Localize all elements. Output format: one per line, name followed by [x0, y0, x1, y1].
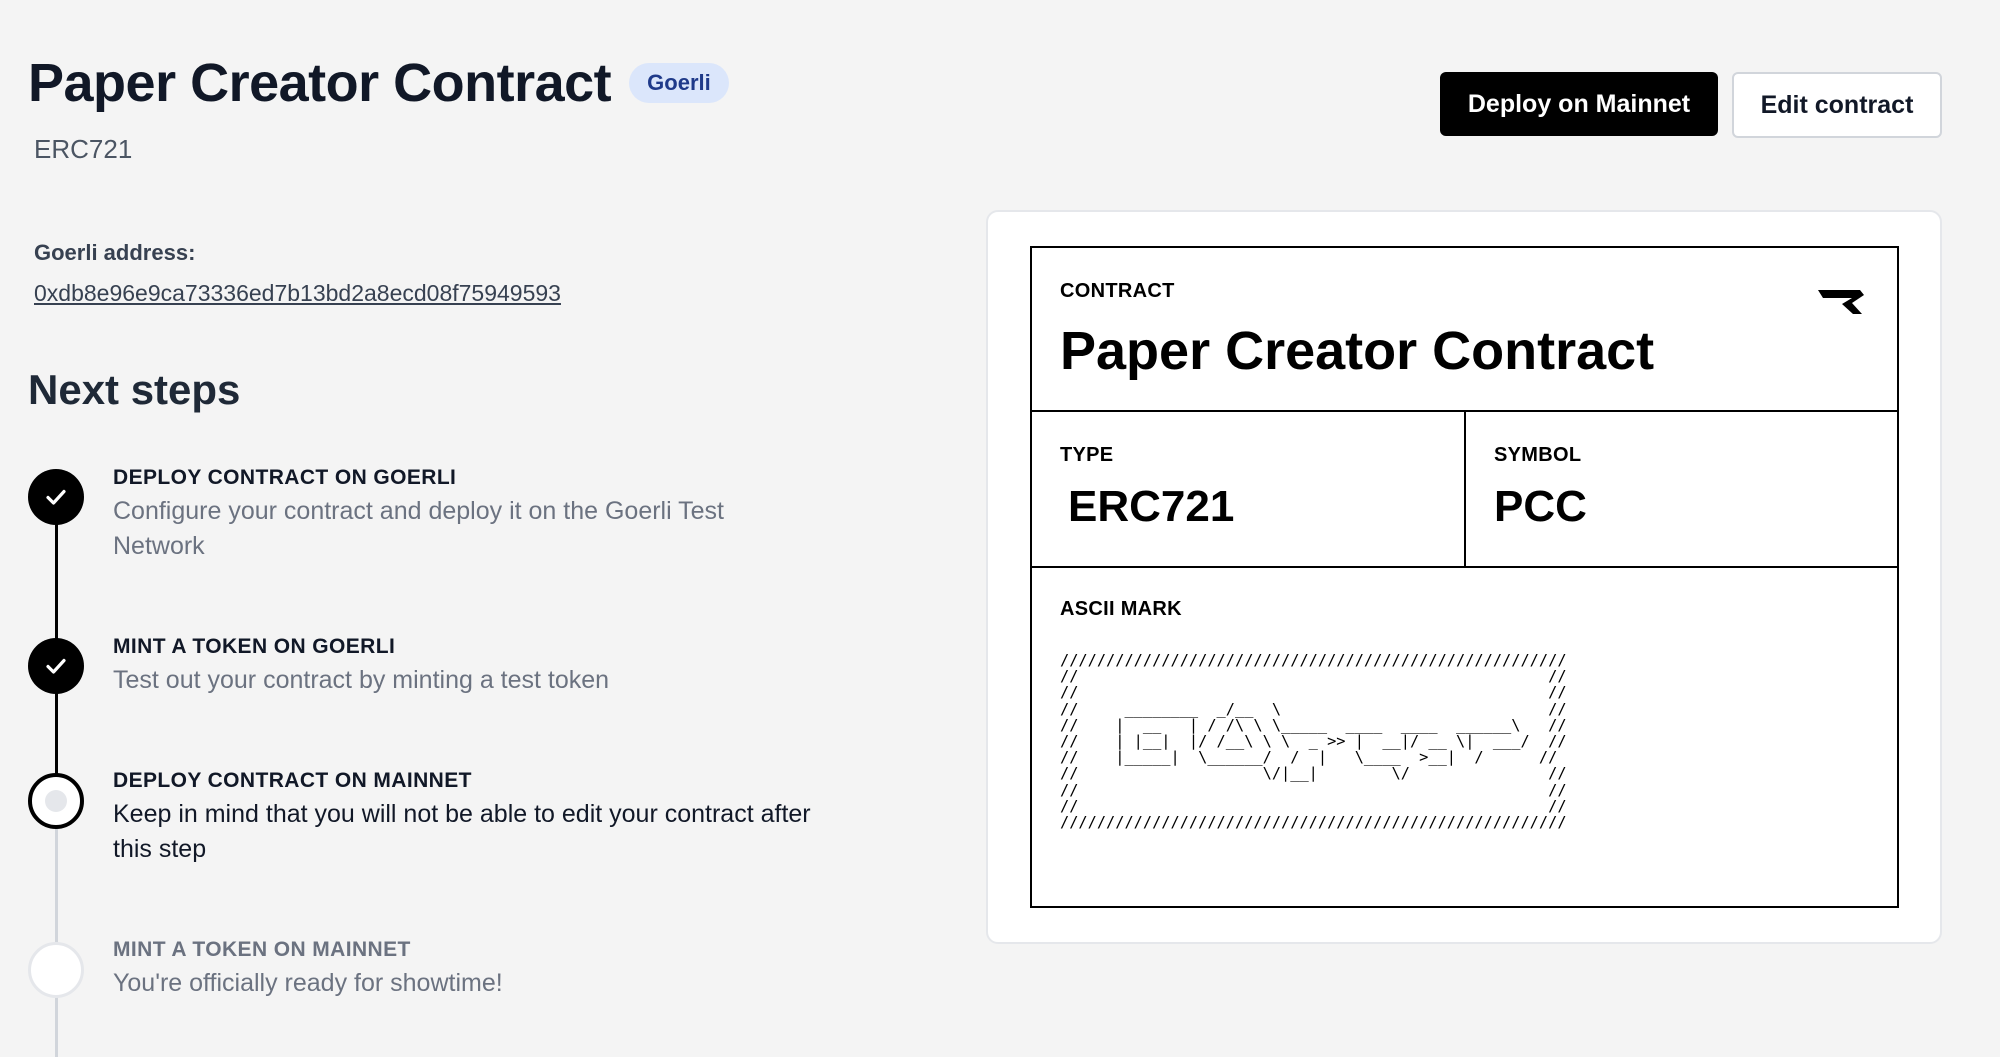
step-title: MINT A TOKEN ON MAINNET [113, 938, 411, 961]
step-title: DEPLOY CONTRACT ON MAINNET [113, 769, 472, 792]
check-icon [46, 489, 66, 505]
step-deploy-mainnet: DEPLOY CONTRACT ON MAINNET Keep in mind … [113, 769, 813, 867]
contract-type-cell: TYPE ERC721 [1032, 412, 1466, 568]
contract-address-link[interactable]: 0xdb8e96e9ca73336ed7b13bd2a8ecd08f759495… [34, 280, 561, 307]
address-label: Goerli address: [34, 240, 196, 265]
ascii-mark-cell: ASCII MARK /////////////////////////////… [1032, 568, 1897, 906]
step-2-status-icon [28, 638, 84, 694]
ascii-mark-art: ////////////////////////////////////////… [1060, 651, 1567, 832]
contract-name-cell: CONTRACT Paper Creator Contract [1032, 248, 1897, 412]
step-mint-goerli: MINT A TOKEN ON GOERLI Test out your con… [113, 635, 813, 698]
check-icon [46, 658, 66, 674]
ascii-mark-label: ASCII MARK [1060, 598, 1182, 620]
step-description: Test out your contract by minting a test… [113, 666, 610, 694]
next-steps-heading: Next steps [28, 366, 241, 413]
step-description: Keep in mind that you will not be able t… [113, 800, 811, 863]
type-value: ERC721 [1068, 482, 1235, 531]
deploy-on-mainnet-button[interactable]: Deploy on Mainnet [1440, 72, 1718, 136]
step-mint-mainnet: MINT A TOKEN ON MAINNET You're officiall… [113, 938, 813, 1001]
type-label: TYPE [1060, 444, 1114, 466]
step-4-status-icon [28, 942, 84, 998]
symbol-value: PCC [1494, 482, 1587, 531]
current-step-dot [45, 790, 67, 812]
page-title: Paper Creator Contract [28, 53, 612, 113]
contract-label: CONTRACT [1060, 280, 1175, 302]
step-description: You're officially ready for showtime! [113, 969, 503, 997]
step-deploy-goerli: DEPLOY CONTRACT ON GOERLI Configure your… [113, 466, 813, 564]
step-1-status-icon [28, 469, 84, 525]
step-title: MINT A TOKEN ON GOERLI [113, 635, 396, 658]
step-3-status-icon [28, 773, 84, 829]
timeline-line-completed [55, 496, 58, 774]
paper-logo-icon [1818, 290, 1864, 314]
title-row: Paper Creator Contract Goerli [28, 52, 729, 114]
contract-name: Paper Creator Contract [1060, 321, 1655, 381]
step-title: DEPLOY CONTRACT ON GOERLI [113, 466, 457, 489]
contract-symbol-cell: SYMBOL PCC [1466, 412, 1897, 568]
contract-type-subtitle: ERC721 [34, 134, 133, 164]
step-description: Configure your contract and deploy it on… [113, 497, 724, 560]
symbol-label: SYMBOL [1494, 444, 1582, 466]
network-badge: Goerli [629, 63, 729, 103]
contract-summary-box: CONTRACT Paper Creator Contract TYPE ERC… [1030, 246, 1899, 908]
edit-contract-button[interactable]: Edit contract [1732, 72, 1942, 138]
